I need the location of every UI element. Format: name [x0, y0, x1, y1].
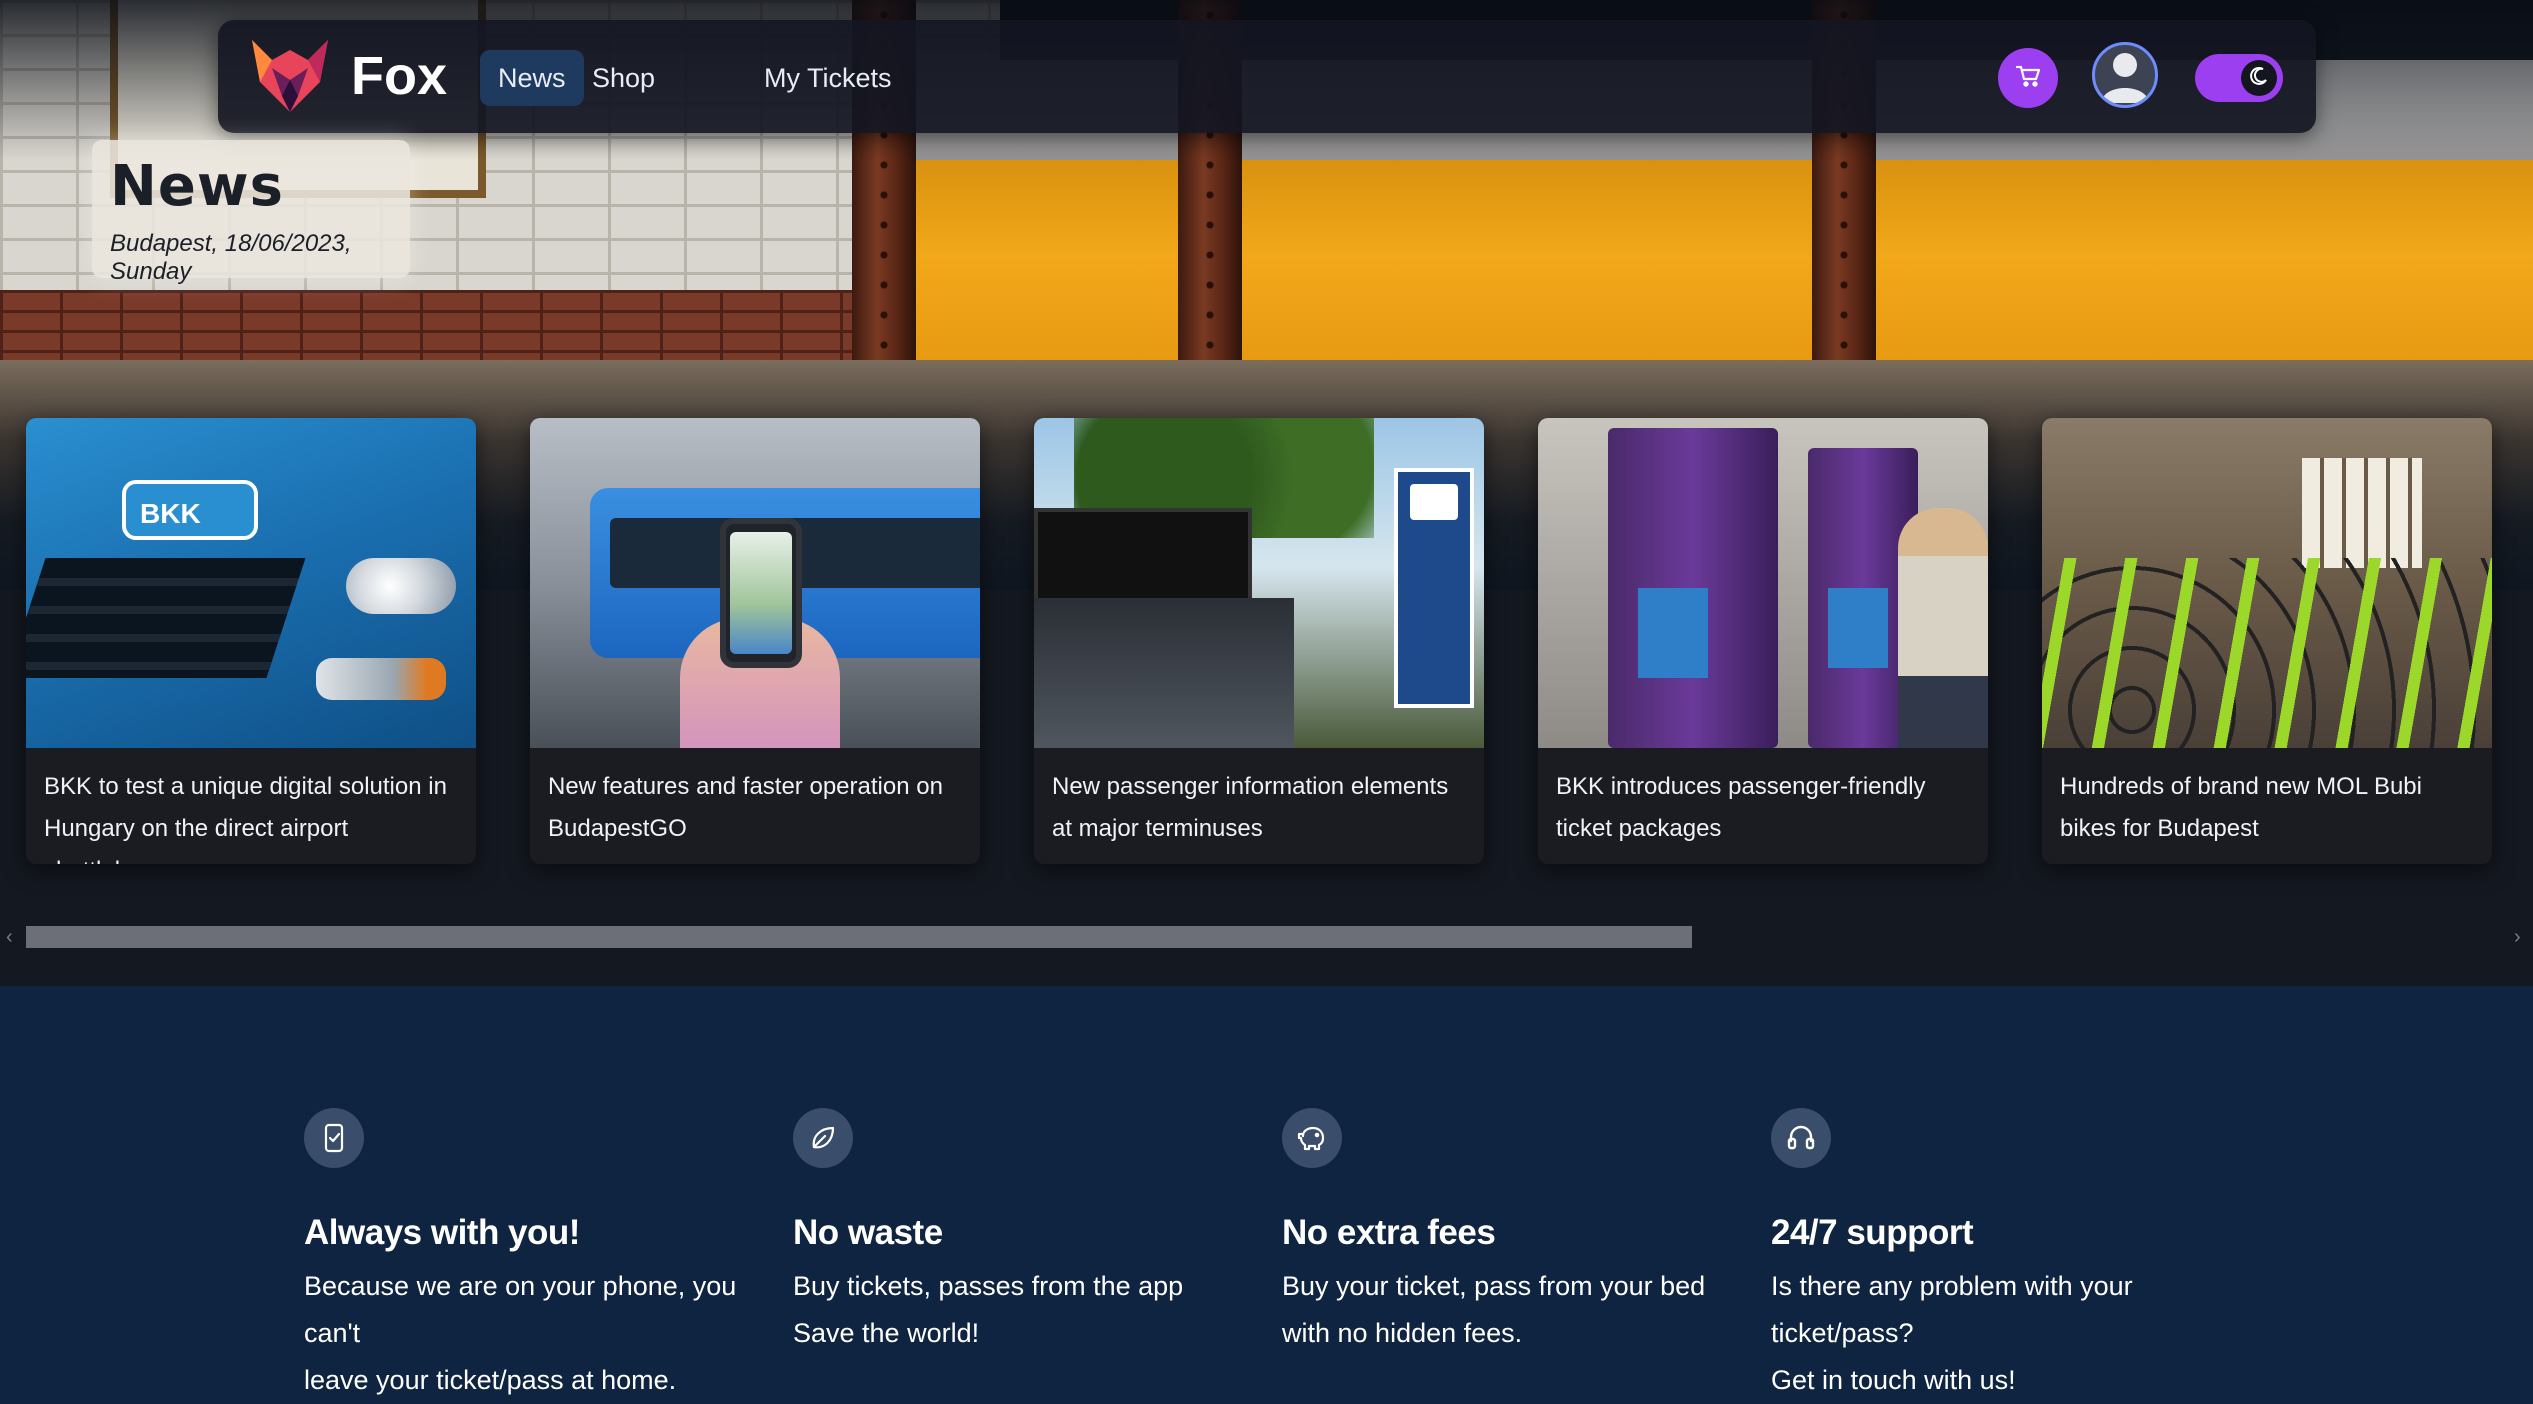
machine-screen: [1828, 588, 1888, 668]
phone-check-icon: [304, 1108, 364, 1168]
user-avatar-icon: [2095, 45, 2155, 105]
feature-always-with-you: Always with you! Because we are on your …: [304, 1108, 774, 1404]
news-title[interactable]: Hundreds of brand new MOL Bubi bikes for…: [2060, 766, 2478, 850]
cart-icon: [2015, 64, 2041, 93]
feature-title: 24/7 support: [1771, 1213, 1974, 1252]
news-scrollbar[interactable]: ‹ ›: [0, 922, 2533, 952]
feature-description: Buy your ticket, pass from your bed with…: [1282, 1271, 1706, 1348]
feature-description: Is there any problem with your ticket/pa…: [1771, 1271, 2133, 1395]
nav-link-my-tickets[interactable]: My Tickets: [746, 50, 910, 106]
news-card[interactable]: BKK introduces passenger-friendly ticket…: [1538, 418, 1988, 864]
phone-shape: [720, 518, 802, 668]
piggy-bank-icon: [1282, 1108, 1342, 1168]
page-date: Budapest, 18/06/2023, Sunday: [110, 230, 352, 285]
cart-button[interactable]: [1998, 48, 2058, 108]
bus-stop-sign: [1394, 468, 1474, 708]
page-title: News: [110, 154, 284, 219]
news-image-phone: [530, 418, 980, 748]
theme-toggle[interactable]: [2195, 54, 2283, 102]
theme-toggle-knob: [2241, 60, 2277, 96]
news-title[interactable]: New features and faster operation on Bud…: [548, 766, 966, 850]
page-heading-card: News Budapest, 18/06/2023, Sunday: [92, 140, 410, 285]
nav-link-shop[interactable]: Shop: [574, 50, 673, 106]
feature-no-extra-fees: No extra fees Buy your ticket, pass from…: [1282, 1108, 1752, 1357]
departure-board: [1034, 508, 1252, 606]
bus-foglight: [316, 658, 446, 700]
machine-screen: [1638, 588, 1708, 678]
news-title[interactable]: New passenger information elements at ma…: [1052, 766, 1470, 850]
moon-icon: [2249, 66, 2269, 91]
feature-support: 24/7 support Is there any problem with y…: [1771, 1108, 2241, 1404]
news-card[interactable]: New passenger information elements at ma…: [1034, 418, 1484, 864]
scrollbar-thumb[interactable]: [26, 926, 1692, 948]
feature-title: Always with you!: [304, 1213, 580, 1252]
bikes-shape: [2042, 558, 2492, 748]
feature-no-waste: No waste Buy tickets, passes from the ap…: [793, 1108, 1263, 1357]
news-image-bus: BKK: [26, 418, 476, 748]
feature-description: Because we are on your phone, you can't …: [304, 1271, 737, 1395]
leaf-icon: [793, 1108, 853, 1168]
scroll-left-icon[interactable]: ‹: [6, 922, 13, 952]
news-title[interactable]: BKK introduces passenger-friendly ticket…: [1556, 766, 1974, 850]
features-section: Always with you! Because we are on your …: [0, 986, 2533, 1395]
news-image-display: [1034, 418, 1484, 748]
news-card[interactable]: New features and faster operation on Bud…: [530, 418, 980, 864]
brick-wall: [0, 290, 1000, 370]
news-card[interactable]: Hundreds of brand new MOL Bubi bikes for…: [2042, 418, 2492, 864]
user-avatar-button[interactable]: [2092, 42, 2158, 108]
nav-link-news[interactable]: News: [480, 50, 584, 106]
news-image-ticket-machines: [1538, 418, 1988, 748]
feature-description: Buy tickets, passes from the app Save th…: [793, 1271, 1184, 1348]
hall-window: [2302, 458, 2422, 568]
news-title[interactable]: BKK to test a unique digital solution in…: [44, 766, 462, 864]
navbar: Fox News Shop My Tickets: [218, 20, 2316, 133]
feature-title: No extra fees: [1282, 1213, 1496, 1252]
headset-icon: [1771, 1108, 1831, 1168]
bus-shelter: [1034, 598, 1294, 748]
news-image-bikes: [2042, 418, 2492, 748]
fox-logo-icon[interactable]: [250, 38, 330, 114]
feature-title: No waste: [793, 1213, 943, 1252]
person-shape: [1898, 508, 1988, 748]
bkk-logo: BKK: [122, 480, 258, 540]
bus-grille: [26, 558, 306, 678]
bus-headlight: [346, 558, 456, 614]
scroll-right-icon[interactable]: ›: [2514, 922, 2521, 952]
news-card[interactable]: BKK BKK to test a unique digital solutio…: [26, 418, 476, 864]
brand-name[interactable]: Fox: [351, 46, 447, 106]
